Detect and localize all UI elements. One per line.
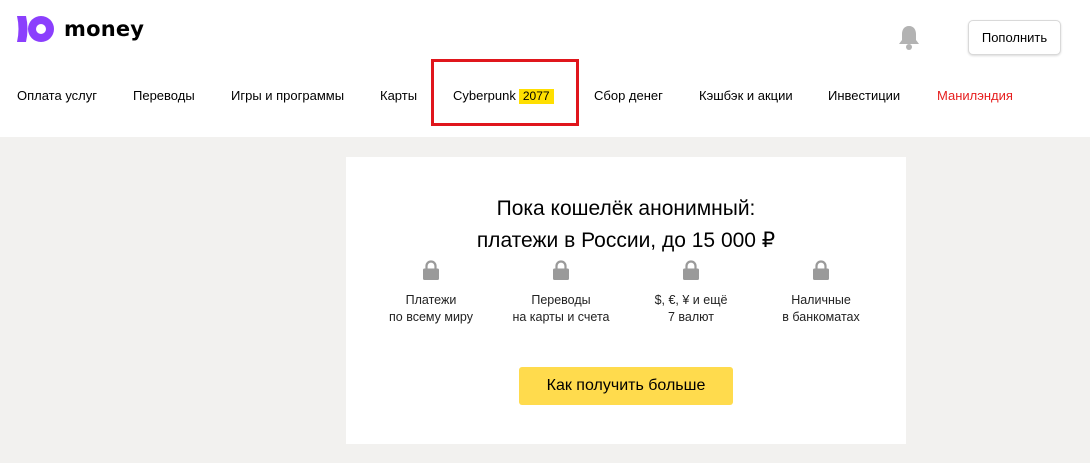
topup-button[interactable]: Пополнить — [968, 20, 1061, 55]
feature-currencies: $, €, ¥ и ещё 7 валют — [626, 260, 756, 326]
get-more-button[interactable]: Как получить больше — [519, 367, 733, 405]
nav-item-cards[interactable]: Карты — [380, 88, 417, 104]
top-header: money Пополнить Оплата услуг Переводы Иг… — [0, 0, 1090, 137]
card-title-line2: платежи в России, до 15 000 ₽ — [476, 229, 776, 252]
nav-item-cashback[interactable]: Кэшбэк и акции — [699, 88, 793, 104]
lock-icon — [813, 260, 829, 280]
yoomoney-logo-icon — [17, 16, 54, 42]
nav-item-transfers[interactable]: Переводы — [133, 88, 195, 104]
feature-worldwide-payments: Платежи по всему миру — [366, 260, 496, 326]
nav-item-cyberpunk[interactable]: Cyberpunk 2077 — [453, 88, 554, 104]
nav-item-fundraising[interactable]: Сбор денег — [594, 88, 663, 104]
feature-atm-cash: Наличные в банкоматах — [756, 260, 886, 326]
lock-icon — [553, 260, 569, 280]
feature-label: Переводы на карты и счета — [512, 293, 610, 324]
card-title: Пока кошелёк анонимный: платежи в России… — [346, 193, 906, 257]
nav-item-games[interactable]: Игры и программы — [231, 88, 344, 104]
feature-card-transfers: Переводы на карты и счета — [496, 260, 626, 326]
feature-label: Наличные в банкоматах — [782, 293, 860, 324]
logo[interactable]: money — [17, 16, 144, 42]
feature-label: $, €, ¥ и ещё 7 валют — [654, 293, 728, 324]
lock-icon — [683, 260, 699, 280]
nav-item-manilandia[interactable]: Манилэндия — [937, 88, 1013, 104]
nav-badge-2077: 2077 — [518, 89, 554, 104]
anonymous-wallet-card: Пока кошелёк анонимный: платежи в России… — [346, 157, 906, 444]
nav-item-payments[interactable]: Оплата услуг — [17, 88, 97, 104]
bell-icon[interactable] — [897, 24, 921, 50]
logo-text: money — [64, 17, 145, 41]
lock-icon — [423, 260, 439, 280]
card-title-line1: Пока кошелёк анонимный: — [496, 197, 756, 220]
feature-label: Платежи по всему миру — [389, 293, 473, 324]
nav-item-investments[interactable]: Инвестиции — [828, 88, 900, 104]
nav-item-cyberpunk-label: Cyberpunk — [453, 88, 516, 103]
